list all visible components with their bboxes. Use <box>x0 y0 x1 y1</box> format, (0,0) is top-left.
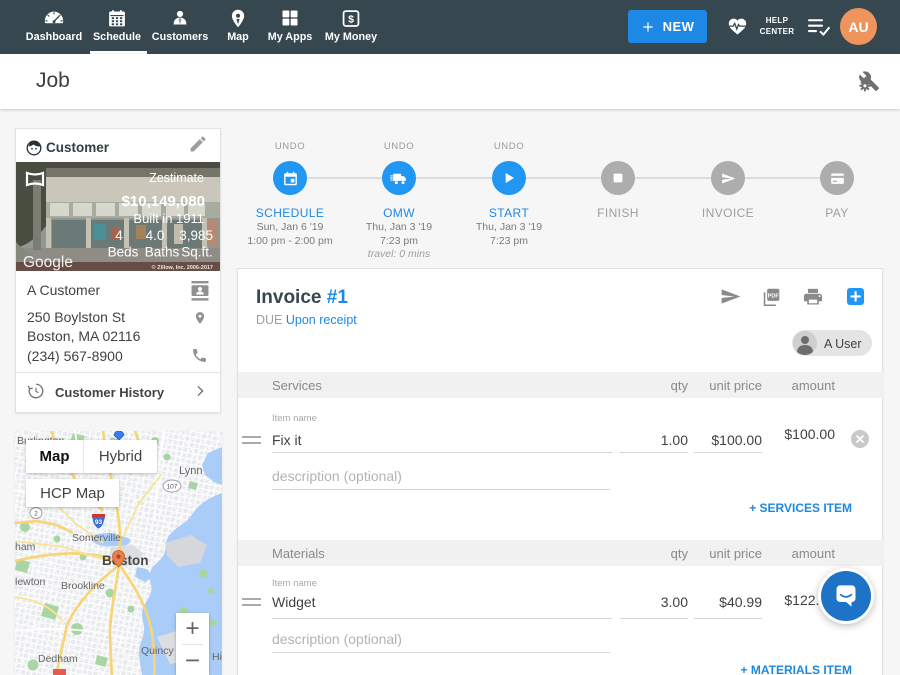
svg-text:4: 4 <box>115 228 123 243</box>
svg-text:Zestimate: Zestimate <box>149 171 204 185</box>
svg-text:Sq.ft.: Sq.ft. <box>181 245 213 260</box>
svg-text:© Zillow, Inc. 2006-2017: © Zillow, Inc. 2006-2017 <box>152 264 213 271</box>
svg-text:Baths: Baths <box>145 245 180 260</box>
svg-text:2: 2 <box>34 511 38 518</box>
svg-text:4.0: 4.0 <box>146 228 165 243</box>
svg-text:93: 93 <box>95 519 103 526</box>
svg-text:107: 107 <box>167 484 178 491</box>
svg-text:ham: ham <box>15 541 36 553</box>
svg-text:$10,149,080: $10,149,080 <box>122 193 205 210</box>
svg-text:Built in 1911: Built in 1911 <box>133 211 204 226</box>
svg-text:PDF: PDF <box>768 293 780 299</box>
svg-text:3,985: 3,985 <box>179 228 213 243</box>
svg-text:Dedham: Dedham <box>38 653 78 665</box>
svg-text:Hi: Hi <box>212 651 222 663</box>
svg-text:$: $ <box>348 13 354 25</box>
svg-text:Lynn: Lynn <box>179 465 202 477</box>
svg-text:Beds: Beds <box>108 245 139 260</box>
svg-text:lewton: lewton <box>15 576 46 588</box>
svg-text:Brookline: Brookline <box>61 580 105 592</box>
svg-text:Google: Google <box>23 254 73 271</box>
svg-text:Boston: Boston <box>102 553 149 568</box>
svg-text:Quincy: Quincy <box>141 645 174 657</box>
svg-text:Somerville: Somerville <box>72 532 121 544</box>
